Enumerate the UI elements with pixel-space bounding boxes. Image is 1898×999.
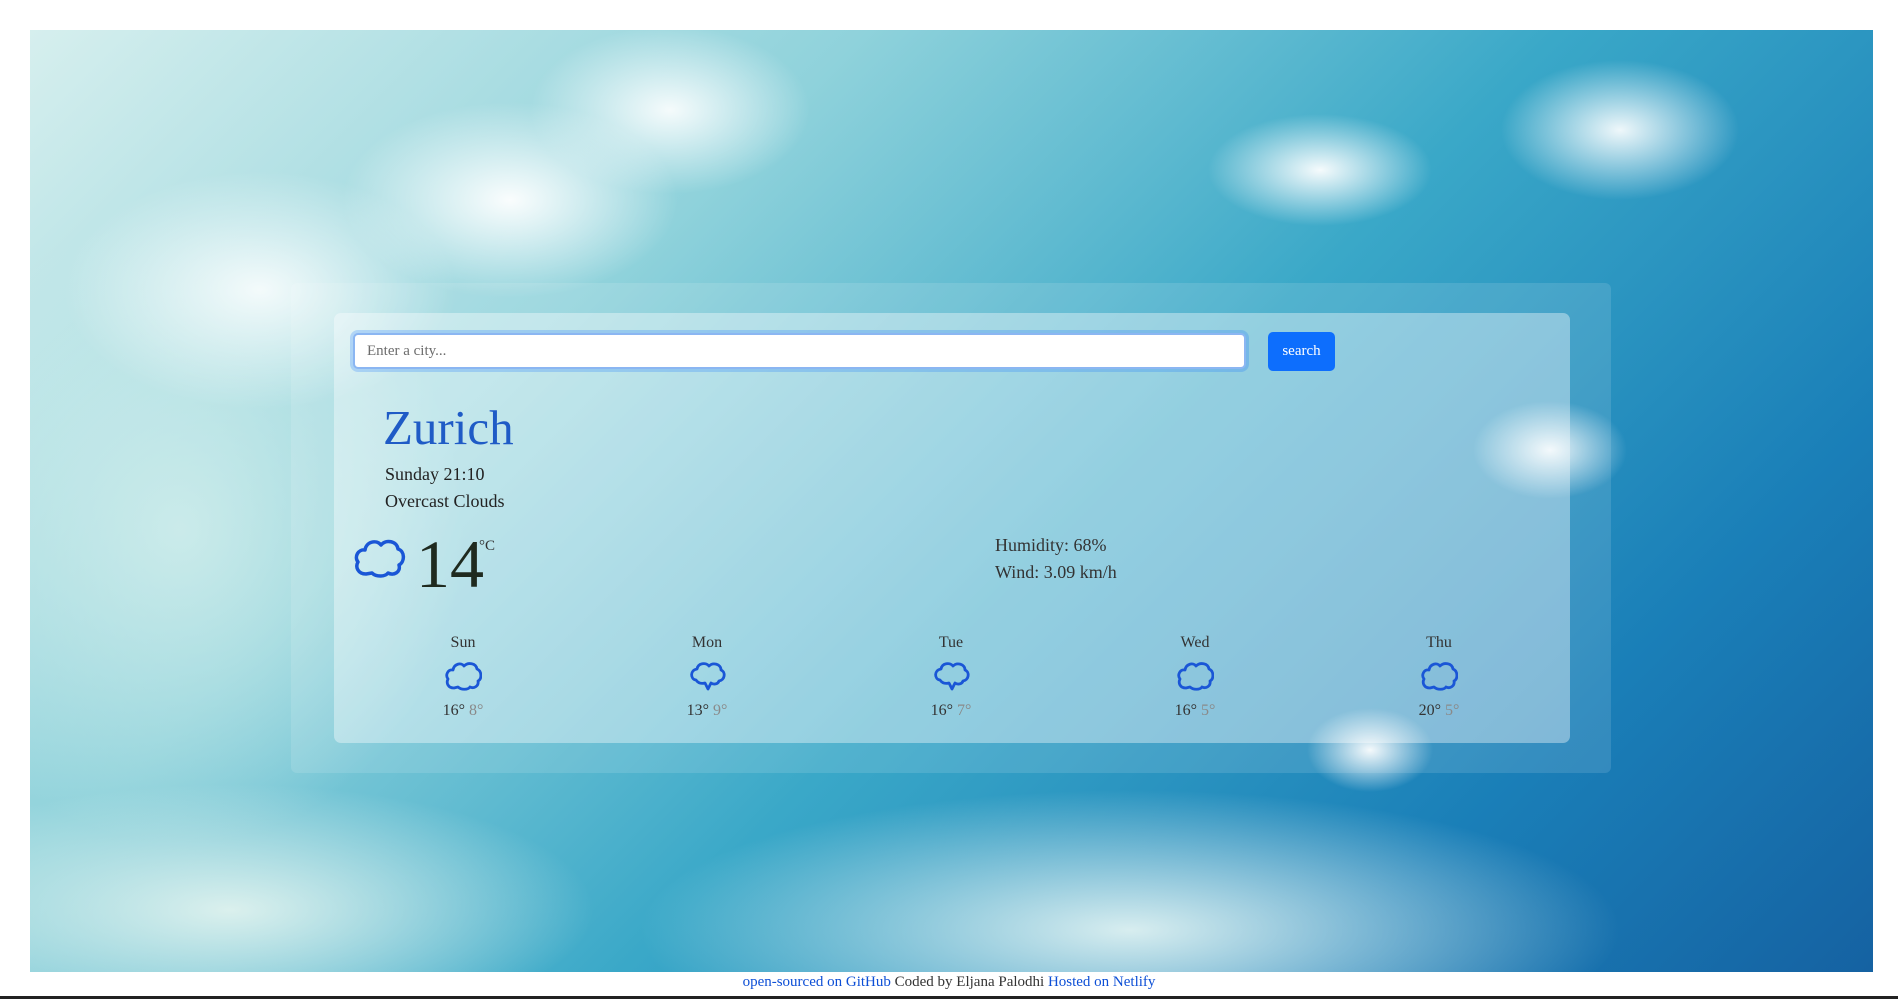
footer: open-sourced on GitHub Coded by Eljana P… <box>0 974 1898 991</box>
forecast-min: 9° <box>713 702 728 719</box>
forecast-day-name: Wed <box>1180 634 1210 651</box>
forecast-min: 7° <box>957 702 972 719</box>
current-temperature: 14 <box>416 526 484 602</box>
forecast-min: 8° <box>469 702 484 719</box>
forecast-max: 20° <box>1418 702 1441 719</box>
coded-by-text: Coded by Eljana Palodhi <box>894 974 1045 990</box>
forecast-min: 5° <box>1201 702 1216 719</box>
date-time: Sunday 21:10 <box>385 464 485 484</box>
weather-description: Overcast Clouds <box>385 491 505 511</box>
city-name: Zurich <box>383 400 514 455</box>
forecast-day: Wed 16° 5° <box>1135 634 1255 720</box>
cloud-icon <box>445 662 482 691</box>
cloud-icon <box>690 662 726 691</box>
forecast-day-name: Mon <box>691 634 723 651</box>
temperature-unit: °C <box>479 538 496 554</box>
humidity-value: 68% <box>1073 535 1107 555</box>
forecast-temps: 16° 5° <box>1135 702 1255 720</box>
cloud-icon <box>354 539 406 578</box>
humidity: Humidity: 68% <box>995 535 1107 556</box>
humidity-label: Humidity: <box>995 535 1070 555</box>
forecast-max: 13° <box>686 702 709 719</box>
city-search-input[interactable] <box>353 333 1246 369</box>
wind-label: Wind: <box>995 562 1040 582</box>
forecast-day: Thu 20° 5° <box>1379 634 1499 720</box>
wind-value: 3.09 km/h <box>1043 562 1117 582</box>
forecast-day-name: Thu <box>1426 634 1452 651</box>
forecast-day: Tue 16° 7° <box>891 634 1011 720</box>
forecast-day: Mon 13° 9° <box>647 634 767 720</box>
netlify-link[interactable]: Hosted on Netlify <box>1048 974 1155 990</box>
cloud-icon <box>1177 662 1214 691</box>
wind: Wind: 3.09 km/h <box>995 562 1117 583</box>
forecast-temps: 13° 9° <box>647 702 767 720</box>
forecast-temps: 20° 5° <box>1379 702 1499 720</box>
cloud-icon <box>1421 662 1458 691</box>
forecast-day: Sun 16° 8° <box>403 634 523 720</box>
github-link[interactable]: open-sourced on GitHub <box>743 974 891 990</box>
forecast-min: 5° <box>1445 702 1460 719</box>
cloud-icon <box>934 662 970 691</box>
search-button[interactable]: search <box>1268 332 1335 371</box>
forecast-temps: 16° 8° <box>403 702 523 720</box>
forecast-max: 16° <box>442 702 465 719</box>
forecast-max: 16° <box>930 702 953 719</box>
forecast-max: 16° <box>1174 702 1197 719</box>
forecast-temps: 16° 7° <box>891 702 1011 720</box>
forecast-day-name: Tue <box>938 634 964 651</box>
forecast-day-name: Sun <box>450 634 476 651</box>
